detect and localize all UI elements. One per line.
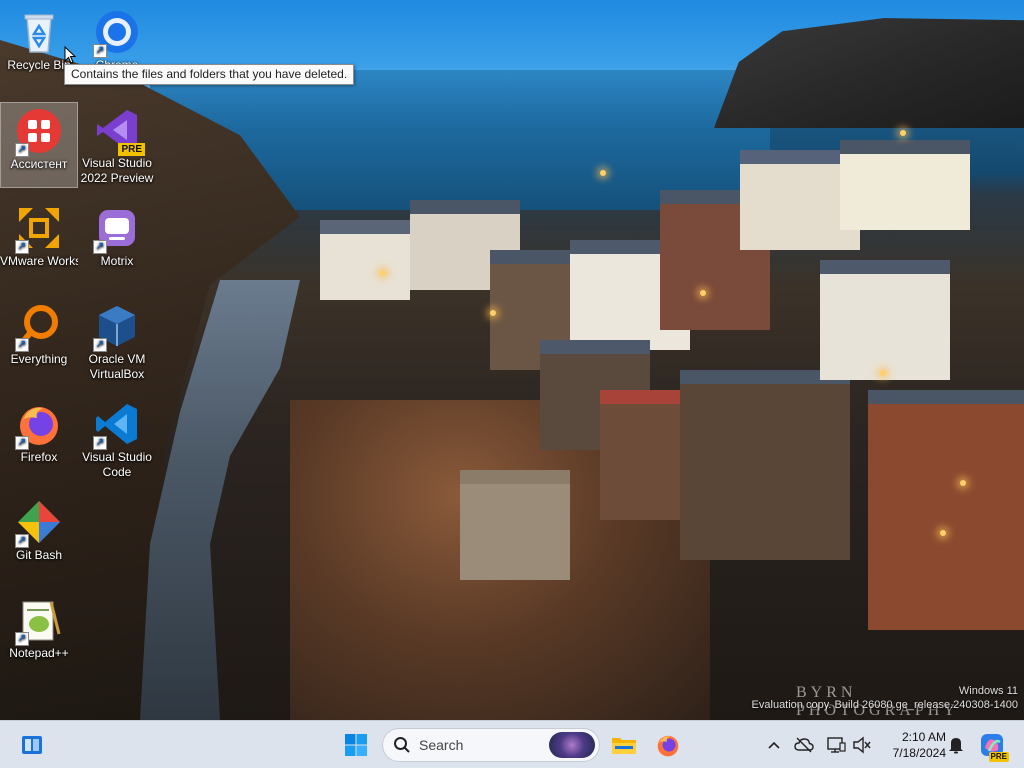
start-button[interactable] [338,727,374,763]
folder-icon [612,738,636,754]
desktop-icon-visual-studio-preview[interactable]: PRE Visual Studio 2022 Preview [78,102,156,202]
desktop-icon-label: Firefox [20,450,58,464]
notifications-button[interactable] [944,733,968,757]
virtualbox-icon: ↗ [93,302,141,352]
motrix-icon: ↗ [93,204,141,254]
evaluation-watermark: Windows 11 Evaluation copy. Build 26080.… [752,684,1018,712]
desktop-icon-label: Visual Studio 2022 Preview [80,156,154,185]
desktop-icon-label: Ассистент [10,157,68,171]
taskbar: 2:10 AM 7/18/2024 PRE [0,720,1024,768]
desktop-icon-vmware[interactable]: ↗ VMware Workstation [0,200,78,286]
speaker-muted-icon [853,736,871,754]
shortcut-arrow-icon: ↗ [93,436,107,450]
firefox-icon: ↗ [15,400,63,450]
firefox-taskbar-button[interactable] [650,727,686,763]
search-highlight-image [549,732,595,758]
task-view-button[interactable] [14,727,50,763]
desktop-icon-label: Everything [10,352,68,366]
desktop-icon-vscode[interactable]: ↗ Visual Studio Code [78,396,156,496]
tray-display-button[interactable] [824,733,848,757]
taskbar-search[interactable] [382,728,600,762]
notepadpp-icon: ↗ [15,596,63,646]
desktop-icon-firefox[interactable]: ↗ Firefox [0,396,78,482]
widgets-icon [22,736,42,754]
show-hidden-icons-button[interactable] [762,733,786,757]
desktop-icon-git-bash[interactable]: ↗ Git Bash [0,494,78,580]
wallpaper-headland [714,18,1024,128]
shortcut-arrow-icon: ↗ [93,338,107,352]
desktop-icon-label: VMware Workstation [0,254,78,268]
desktop-icon-label: Visual Studio Code [82,450,152,479]
recycle-bin-tooltip: Contains the files and folders that you … [64,64,355,85]
desktop-icon-everything[interactable]: ↗ Everything [0,298,78,384]
desktop-icon-label: Notepad++ [9,646,69,660]
vmware-icon: ↗ [15,204,63,254]
taskbar-clock[interactable]: 2:10 AM 7/18/2024 [876,729,946,761]
monitor-icon [827,737,846,753]
firefox-icon [657,735,679,757]
search-input[interactable] [419,737,539,753]
copilot-button[interactable]: PRE [978,731,1009,762]
mouse-cursor-icon [64,46,76,64]
desktop-icon-label: Oracle VM VirtualBox [88,352,146,381]
file-explorer-button[interactable] [606,727,642,763]
desktop-icon-assistant[interactable]: ↗ Ассистент [0,102,78,188]
visual-studio-preview-icon: PRE [93,106,145,156]
desktop-icon-label: Motrix [100,254,134,268]
bell-icon [949,738,963,754]
desktop-icon-label: Git Bash [15,548,63,562]
git-bash-icon: ↗ [15,498,63,548]
shortcut-arrow-icon: ↗ [15,240,29,254]
shortcut-arrow-icon: ↗ [15,436,29,450]
preview-badge: PRE [118,143,145,156]
shortcut-arrow-icon: ↗ [15,338,29,352]
windows-logo-icon [345,734,367,756]
shortcut-arrow-icon: ↗ [15,632,29,646]
watermark-line: Windows 11 [958,685,1018,697]
tray-network-button[interactable] [792,733,816,757]
watermark-line: Evaluation copy. Build 26080.ge_release.… [751,699,1018,711]
clock-time: 2:10 AM [901,730,946,744]
clock-date: 7/18/2024 [892,746,946,760]
desktop-icon-motrix[interactable]: ↗ Motrix [78,200,156,286]
tray-volume-button[interactable] [850,733,874,757]
copilot-preview-badge: PRE [988,752,1009,762]
shortcut-arrow-icon: ↗ [15,534,29,548]
chrome-icon: ↗ [93,8,141,58]
desktop-icon-virtualbox[interactable]: ↗ Oracle VM VirtualBox [78,298,156,398]
wallpaper-houses [300,130,1024,720]
shortcut-arrow-icon: ↗ [93,44,107,58]
recycle-bin-icon [15,8,63,56]
chevron-up-icon [768,741,780,749]
vscode-icon: ↗ [93,400,141,450]
assistant-icon: ↗ [15,107,63,157]
search-icon [394,737,410,753]
shortcut-arrow-icon: ↗ [15,143,29,157]
shortcut-arrow-icon: ↗ [93,240,107,254]
desktop-icon-notepadpp[interactable]: ↗ Notepad++ [0,592,78,678]
everything-icon: ↗ [15,302,63,352]
cloud-offline-icon [794,737,814,753]
